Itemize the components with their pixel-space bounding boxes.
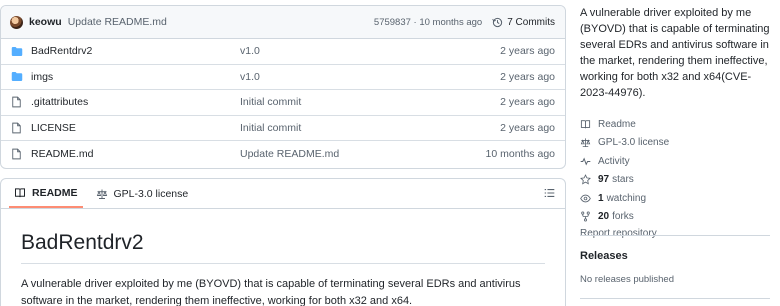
file-row[interactable]: README.md Update README.md 10 months ago — [1, 141, 565, 167]
file-age: 10 months ago — [485, 148, 555, 161]
report-repository-link[interactable]: Report repository — [580, 228, 780, 239]
forks-label: forks — [612, 211, 634, 223]
tab-readme-label: README — [32, 186, 78, 199]
sidebar-link-license[interactable]: GPL-3.0 license — [580, 134, 780, 153]
star-icon — [580, 174, 591, 185]
avatar[interactable] — [10, 15, 23, 29]
sidebar-watching[interactable]: 1 watching — [580, 189, 780, 208]
sidebar-link-activity[interactable]: Activity — [580, 152, 780, 171]
fork-icon — [581, 211, 590, 222]
readme-title: BadRentdrv2 — [21, 231, 545, 264]
folder-icon — [11, 45, 23, 57]
file-name[interactable]: imgs — [31, 71, 240, 83]
tab-readme[interactable]: README — [9, 179, 83, 208]
file-commit-message[interactable]: Initial commit — [240, 122, 500, 134]
sidebar-stars[interactable]: 97 stars — [580, 171, 780, 190]
sidebar-link-label: GPL-3.0 license — [598, 137, 670, 149]
sidebar-link-label: Readme — [598, 118, 636, 130]
file-commit-message[interactable]: v1.0 — [240, 71, 500, 83]
watching-count: 1 — [598, 192, 604, 204]
about-links: Readme GPL-3.0 license Activity 97 stars… — [580, 115, 780, 239]
about-description: A vulnerable driver exploited by me (BYO… — [580, 7, 770, 99]
readme-panel: README GPL-3.0 license BadRentdrv2 A vul… — [0, 178, 566, 306]
commit-message[interactable]: Update README.md — [68, 16, 167, 28]
outline-menu-icon[interactable] — [544, 188, 555, 201]
file-age: 2 years ago — [500, 70, 555, 83]
file-name[interactable]: LICENSE — [31, 122, 240, 134]
file-browser: keowu Update README.md 5759837 · 10 mont… — [0, 5, 566, 169]
file-icon — [11, 96, 23, 108]
forks-count: 20 — [598, 211, 610, 223]
pulse-icon — [580, 157, 591, 166]
commits-link[interactable]: 7 Commits — [492, 17, 555, 28]
tab-license[interactable]: GPL-3.0 license — [91, 179, 194, 208]
book-icon — [15, 187, 25, 197]
file-list: BadRentdrv2 v1.0 2 years ago imgs v1.0 2 year… — [1, 39, 565, 167]
file-name[interactable]: BadRentdrv2 — [31, 45, 240, 57]
file-name[interactable]: README.md — [31, 148, 240, 160]
sidebar-divider — [580, 298, 770, 299]
file-commit-message[interactable]: v1.0 — [240, 45, 500, 57]
file-age: 2 years ago — [500, 45, 555, 58]
readme-tabs: README GPL-3.0 license — [1, 179, 565, 209]
readme-paragraph: A vulnerable driver exploited by me (BYO… — [21, 278, 521, 306]
file-icon — [11, 122, 23, 134]
readme-content: BadRentdrv2 A vulnerable driver exploite… — [1, 231, 565, 306]
sidebar-forks[interactable]: 20 forks — [580, 208, 780, 227]
file-commit-message[interactable]: Update README.md — [240, 148, 486, 160]
file-age: 2 years ago — [500, 96, 555, 109]
file-row[interactable]: imgs v1.0 2 years ago — [1, 65, 565, 91]
watching-label: watching — [606, 192, 647, 204]
latest-commit-bar: keowu Update README.md 5759837 · 10 mont… — [1, 6, 565, 39]
main-column: keowu Update README.md 5759837 · 10 mont… — [0, 0, 568, 306]
file-age: 2 years ago — [500, 122, 555, 135]
commits-label: 7 Commits — [507, 16, 555, 28]
file-row[interactable]: .gitattributes Initial commit 2 years ago — [1, 90, 565, 116]
commit-author[interactable]: keowu — [29, 16, 62, 28]
eye-icon — [580, 194, 591, 203]
stars-label: stars — [612, 174, 634, 186]
sidebar-link-readme[interactable]: Readme — [580, 115, 780, 134]
stars-count: 97 — [598, 174, 610, 186]
sidebar-link-label: Activity — [598, 155, 630, 167]
folder-icon — [11, 71, 23, 83]
scale-icon — [580, 138, 591, 148]
file-row[interactable]: LICENSE Initial commit 2 years ago — [1, 116, 565, 142]
file-row[interactable]: BadRentdrv2 v1.0 2 years ago — [1, 39, 565, 65]
file-name[interactable]: .gitattributes — [31, 96, 240, 108]
scale-icon — [96, 189, 107, 199]
commit-hash-time[interactable]: 5759837 · 10 months ago — [374, 17, 482, 28]
sidebar-divider — [580, 235, 770, 236]
book-icon — [580, 120, 591, 129]
tab-license-label: GPL-3.0 license — [113, 187, 189, 200]
file-icon — [11, 148, 23, 160]
releases-heading[interactable]: Releases — [580, 250, 628, 262]
sidebar: A vulnerable driver exploited by me (BYO… — [580, 0, 780, 306]
releases-empty-text: No releases published — [580, 274, 675, 285]
commit-meta: 5759837 · 10 months ago 7 Commits — [374, 17, 555, 28]
file-commit-message[interactable]: Initial commit — [240, 96, 500, 108]
history-icon — [492, 17, 503, 27]
